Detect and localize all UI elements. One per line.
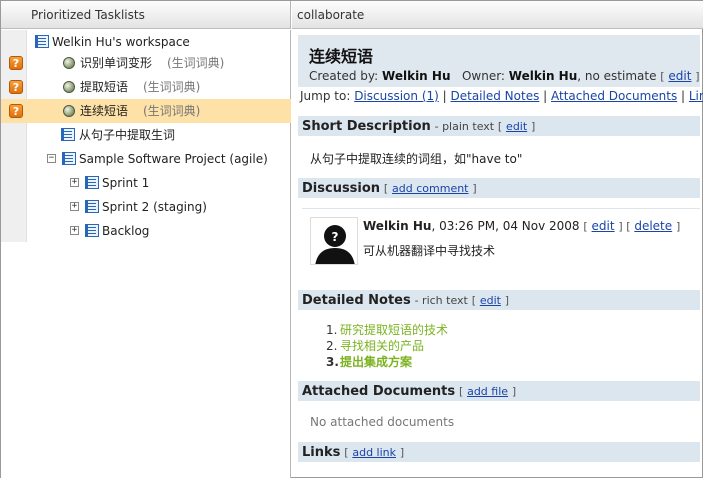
question-flag-icon[interactable]: ? (9, 104, 23, 118)
comment-timestamp: , 03:26 PM, 04 Nov 2008 (431, 219, 580, 233)
sprint-label: Sprint 1 (102, 176, 150, 190)
created-by-label: Created by: (309, 69, 379, 83)
list-item: 1. 研究提取短语的技术 (326, 323, 449, 337)
edit-description-link[interactable]: edit (506, 120, 527, 133)
tasklist-icon (35, 35, 49, 48)
section-title: Detailed Notes (302, 293, 411, 308)
tree-row-sprint[interactable]: + Sprint 2 (staging) (1, 195, 291, 219)
jump-to-label: Jump to: (300, 89, 351, 103)
estimate-text: , no estimate (577, 69, 657, 83)
attached-documents-header: Attached Documents [ add file ] (298, 381, 700, 401)
sprint-icon (85, 200, 99, 213)
tree-row-backlog[interactable]: + Backlog (1, 219, 291, 243)
section-title: Links (302, 445, 341, 460)
section-title: Discussion (302, 181, 381, 196)
delete-comment-link[interactable]: delete (634, 219, 672, 233)
project-label: Sample Software Project (agile) (79, 152, 268, 166)
jump-links-link[interactable]: Links (689, 89, 703, 103)
backlog-label: Backlog (102, 224, 150, 238)
left-panel-title: Prioritized Tasklists (31, 8, 145, 22)
owner-name: Welkin Hu (508, 69, 578, 83)
edit-comment-link[interactable]: edit (592, 219, 615, 233)
project-icon (62, 152, 76, 165)
edit-task-link[interactable]: edit (668, 69, 691, 83)
empty-documents-text: No attached documents (310, 415, 455, 429)
created-by-name: Welkin Hu (382, 69, 451, 83)
expand-icon[interactable]: + (70, 178, 79, 187)
comment-author: Welkin Hu (363, 219, 432, 233)
task-detail-panel: 连续短语 Created by: Welkin Hu Owner: Welkin… (292, 30, 703, 478)
tasklist-tree: Welkin Hu's workspace ? 识别单词变形 (生词词典) ? … (1, 30, 291, 478)
jump-documents-link[interactable]: Attached Documents (551, 89, 677, 103)
backlog-icon (85, 224, 99, 237)
jump-notes-link[interactable]: Detailed Notes (451, 89, 540, 103)
expand-icon[interactable]: + (70, 226, 79, 235)
right-panel-header: collaborate (292, 1, 703, 29)
list-label: 从句子中提取生词 (79, 128, 176, 142)
task-tasklist-tag: (生词词典) (143, 104, 201, 118)
tree-row-task[interactable]: ? 提取短语 (生词词典) (1, 75, 291, 99)
detailed-notes-header: Detailed Notes - rich text [ edit ] (298, 290, 700, 310)
task-status-ball-icon (63, 105, 75, 117)
avatar: ? (310, 217, 358, 265)
right-panel-title: collaborate (297, 8, 365, 22)
task-tasklist-tag: (生词词典) (167, 56, 225, 70)
section-title: Short Description (302, 119, 431, 134)
tasklist-icon (61, 128, 75, 141)
jump-discussion-link[interactable]: Discussion (1) (354, 89, 439, 103)
collapse-icon[interactable]: − (47, 154, 56, 163)
jump-to-nav: Jump to: Discussion (1) | Detailed Notes… (300, 89, 703, 103)
edit-notes-link[interactable]: edit (480, 294, 501, 307)
notes-list: 1. 研究提取短语的技术 2. 寻找相关的产品 3.提出集成方案 (326, 322, 448, 370)
list-item: 3.提出集成方案 (326, 355, 413, 369)
sprint-label: Sprint 2 (staging) (102, 200, 207, 214)
task-tasklist-tag: (生词词典) (143, 80, 201, 94)
links-header: Links [ add link ] (298, 442, 700, 462)
task-label: 提取短语 (80, 80, 129, 94)
section-format: - rich text (414, 294, 468, 307)
task-title: 连续短语 (309, 47, 374, 66)
owner-label: Owner: (461, 69, 505, 83)
comment-body: 可从机器翻译中寻找技术 (363, 244, 496, 258)
task-label: 识别单词变形 (80, 56, 153, 70)
tree-row-project[interactable]: − Sample Software Project (agile) (1, 147, 291, 171)
app-window: Prioritized Tasklists collaborate Welkin… (0, 0, 703, 478)
tree-row-task[interactable]: ? 识别单词变形 (生词词典) (1, 51, 291, 75)
section-title: Attached Documents (302, 384, 456, 399)
add-file-link[interactable]: add file (467, 385, 508, 398)
task-label: 连续短语 (80, 104, 129, 118)
question-flag-icon[interactable]: ? (9, 56, 23, 70)
task-status-ball-icon (63, 81, 75, 93)
tree-row-task-selected[interactable]: ? 连续短语 (生词词典) (1, 99, 291, 123)
sprint-icon (85, 176, 99, 189)
task-status-ball-icon (63, 57, 75, 69)
short-description-header: Short Description - plain text [ edit ] (298, 116, 700, 136)
svg-text:?: ? (332, 230, 339, 244)
discussion-header: Discussion [ add comment ] (298, 178, 700, 198)
comment: ? Welkin Hu, 03:26 PM, 04 Nov 2008 [ edi… (302, 208, 700, 278)
add-link-link[interactable]: add link (352, 446, 396, 459)
anonymous-user-icon: ? (311, 218, 357, 264)
section-format: - plain text (434, 120, 495, 133)
task-meta: Created by: Welkin Hu Owner: Welkin Hu, … (309, 69, 700, 83)
add-comment-link[interactable]: add comment (392, 182, 468, 195)
question-flag-icon[interactable]: ? (9, 80, 23, 94)
comment-header: Welkin Hu, 03:26 PM, 04 Nov 2008 [ edit … (363, 219, 681, 233)
list-item: 2. 寻找相关的产品 (326, 339, 425, 353)
tree-row-sprint[interactable]: + Sprint 1 (1, 171, 291, 195)
short-description-text: 从句子中提取连续的词组，如"have to" (310, 152, 523, 166)
tree-row-list[interactable]: 从句子中提取生词 (1, 123, 291, 147)
expand-icon[interactable]: + (70, 202, 79, 211)
left-panel-header: Prioritized Tasklists (1, 1, 291, 29)
task-title-bar: 连续短语 Created by: Welkin Hu Owner: Welkin… (298, 35, 700, 87)
